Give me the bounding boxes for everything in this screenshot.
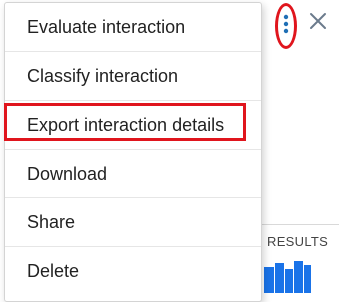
vertical-ellipsis-icon (283, 14, 289, 34)
close-icon (310, 13, 326, 29)
results-chart-thumbnail (264, 261, 311, 293)
menu-item-download[interactable]: Download (5, 150, 261, 198)
close-button[interactable] (306, 9, 330, 33)
menu-item-share[interactable]: Share (5, 198, 261, 246)
chart-bar (294, 261, 303, 293)
chart-bar (264, 267, 274, 293)
tab-results-label: RESULTS (267, 234, 329, 249)
chart-bar (275, 263, 284, 293)
menu-item-delete[interactable]: Delete (5, 247, 261, 295)
menu-item-evaluate-interaction[interactable]: Evaluate interaction (5, 3, 261, 51)
chart-bar (304, 265, 311, 293)
more-options-button[interactable] (274, 2, 298, 50)
menu-item-export-interaction-details[interactable]: Export interaction details (5, 101, 261, 149)
more-options-menu: Evaluate interaction Classify interactio… (4, 2, 262, 302)
chart-bar (285, 269, 293, 293)
menu-item-classify-interaction[interactable]: Classify interaction (5, 52, 261, 100)
